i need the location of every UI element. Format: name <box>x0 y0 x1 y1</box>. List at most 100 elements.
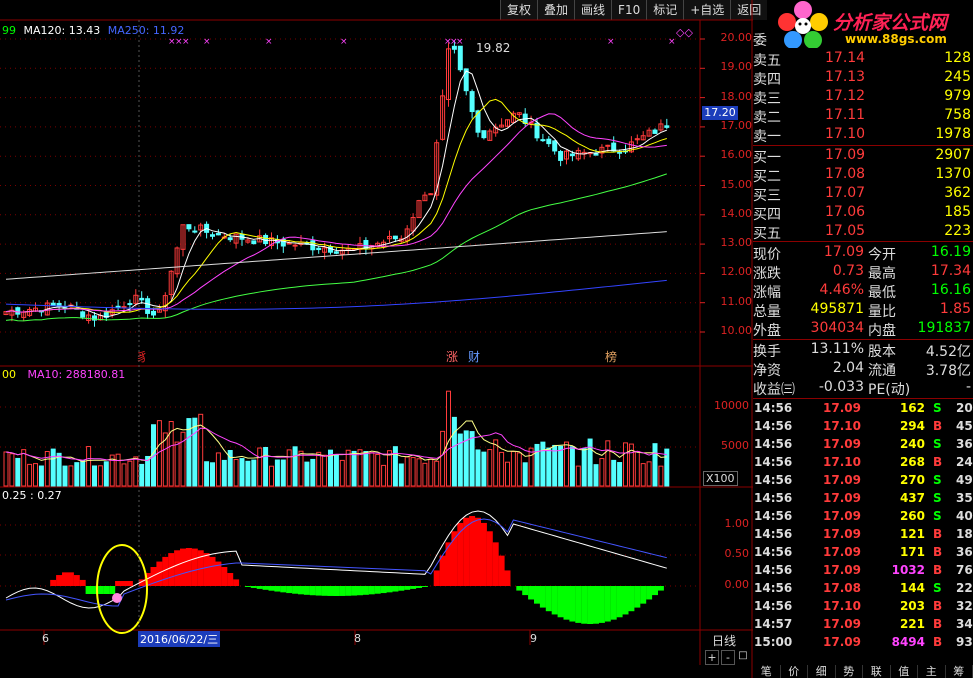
signal-marker: × <box>456 37 464 47</box>
volume-bar <box>38 465 44 487</box>
order-book-sell-row: 卖一 17.10 1978 <box>753 126 973 145</box>
macd-histogram-bar <box>362 586 369 595</box>
candle-body <box>652 129 658 134</box>
price-axis-label: 20.00 <box>720 31 753 44</box>
volume-bar <box>3 451 9 487</box>
candle-body <box>481 130 487 139</box>
macd-histogram-bar <box>551 586 558 615</box>
candle-body <box>145 298 151 314</box>
bottom-tab[interactable]: 值 <box>891 665 918 678</box>
candle-body <box>80 311 86 318</box>
volume-bar <box>15 457 21 487</box>
sell-level-label: 卖一 <box>753 129 781 145</box>
buy-level-label: 买二 <box>753 169 781 185</box>
kline-chart-area[interactable]: 19.82× × × × × × ××× × ×豸涨财榜◇◇ <box>0 0 753 678</box>
scroll-button[interactable]: □ <box>737 650 749 661</box>
volume-bar <box>316 451 322 487</box>
macd-histogram-bar <box>321 586 328 596</box>
tick-row: 14:56 17.10 268 B 24 <box>753 453 973 471</box>
volume-bar <box>192 417 198 487</box>
order-book-buy-row: 买二 17.08 1370 <box>753 166 973 185</box>
volume-bar <box>139 463 145 487</box>
volume-prefix: 00 <box>2 368 16 381</box>
sell-level-label: 卖四 <box>753 72 781 88</box>
volume-bar <box>481 451 487 487</box>
volume-bar <box>339 459 345 487</box>
macd-histogram-bar <box>392 586 399 592</box>
buy-volume: 362 <box>944 185 971 201</box>
volume-bar <box>463 430 469 487</box>
bottom-tab[interactable]: 筹 <box>946 665 973 678</box>
volume-bar <box>50 448 56 487</box>
tick-price: 17.10 <box>823 419 861 433</box>
candle-body <box>227 237 233 241</box>
macd-histogram-bar <box>587 586 594 624</box>
volume-bar <box>440 430 446 487</box>
zoom-out-button[interactable]: - <box>721 650 735 665</box>
volume-bar <box>457 433 463 487</box>
candle-body <box>617 151 623 154</box>
macd-histogram-bar <box>233 579 240 586</box>
macd-axis-label: 0.50 <box>724 547 750 560</box>
tick-volume: 8494 <box>891 635 925 649</box>
tick-side: S <box>933 581 942 595</box>
tick-time: 14:57 <box>754 617 793 631</box>
macd-histogram-bar <box>73 575 80 586</box>
candle-body <box>546 138 552 145</box>
volume-bar <box>245 460 251 487</box>
candle-body <box>540 139 546 142</box>
tick-time: 14:56 <box>754 563 793 577</box>
tick-time: 14:56 <box>754 455 793 469</box>
bottom-tab[interactable]: 势 <box>836 665 863 678</box>
buy-volume: 185 <box>944 204 971 220</box>
tick-count: 40 <box>956 509 973 523</box>
macd-histogram-bar <box>368 586 375 595</box>
quote-value: 2.04 <box>832 360 864 376</box>
tick-price: 17.09 <box>823 491 861 505</box>
volume-bar <box>44 451 50 487</box>
volume-bar <box>133 456 139 487</box>
macd-histogram-bar <box>598 586 605 623</box>
tick-row: 15:00 17.09 8494 B 935 <box>753 633 973 651</box>
macd-histogram-bar <box>469 516 476 586</box>
volume-bar <box>56 452 62 487</box>
macd-histogram-bar <box>185 548 192 586</box>
macd-histogram-bar <box>191 548 198 586</box>
quote-row-secondary: 净资 2.04 流通 3.78亿 <box>753 360 973 379</box>
bottom-tab[interactable]: 细 <box>808 665 836 678</box>
volume-bar <box>416 458 422 487</box>
order-book-buy-row: 买三 17.07 362 <box>753 185 973 204</box>
sell-volume: 758 <box>944 107 971 123</box>
zoom-in-button[interactable]: + <box>705 650 719 665</box>
quote-label: 外盘 <box>753 323 781 339</box>
bottom-tab[interactable]: 笔 <box>753 665 781 678</box>
tick-count: 36 <box>956 545 973 559</box>
signal-marker: × <box>340 37 348 47</box>
quote-label: 净资 <box>753 363 781 379</box>
tick-price: 17.09 <box>823 527 861 541</box>
macd-histogram-bar <box>357 586 363 596</box>
tick-row: 14:56 17.10 294 B 45 <box>753 417 973 435</box>
event-marker[interactable]: 榜 <box>605 349 617 364</box>
event-marker[interactable]: 涨 <box>446 349 458 364</box>
event-marker[interactable]: 豸 <box>136 350 148 364</box>
quote-label-2: 内盘 <box>868 323 896 339</box>
period-label[interactable]: 日线 <box>712 632 736 649</box>
quote-label-2: 最高 <box>868 266 896 282</box>
tick-volume: 162 <box>899 401 925 415</box>
tick-time: 14:56 <box>754 545 793 559</box>
volume-bar <box>546 447 552 487</box>
tick-price: 17.09 <box>823 617 861 631</box>
ma10-line <box>5 98 667 313</box>
macd-histogram-bar <box>575 586 582 623</box>
volume-bar <box>404 456 410 487</box>
volume-bar <box>640 463 646 487</box>
bottom-tab[interactable]: 价 <box>781 665 808 678</box>
bottom-tab[interactable]: 主 <box>918 665 946 678</box>
macd-histogram-bar <box>522 586 529 596</box>
macd-histogram-bar <box>569 586 576 622</box>
candle-body <box>469 91 475 113</box>
volume-bar <box>516 452 522 487</box>
bottom-tab[interactable]: 联 <box>863 665 891 678</box>
event-marker[interactable]: 财 <box>468 350 480 364</box>
